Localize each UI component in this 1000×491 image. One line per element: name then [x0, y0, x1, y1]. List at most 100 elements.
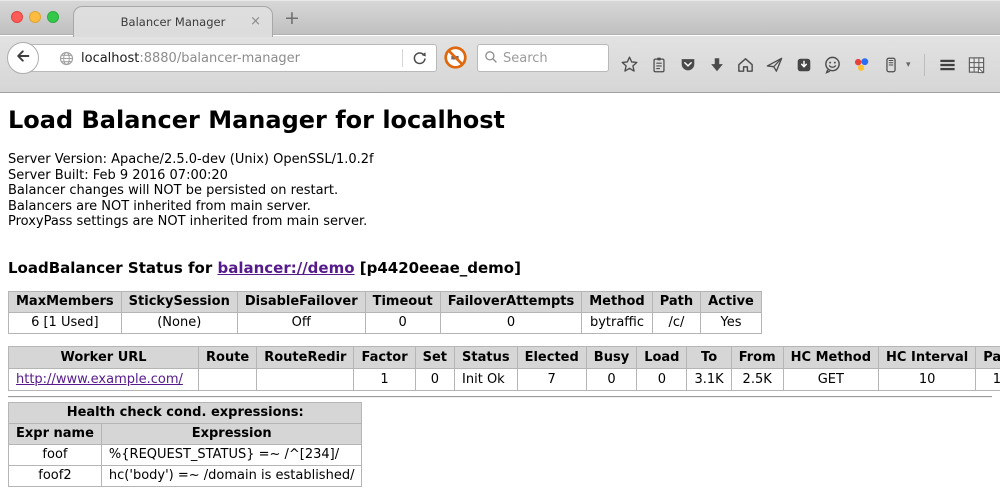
cell-maxmembers: 6 [1 Used]: [9, 312, 122, 333]
col-worker-url: Worker URL: [9, 346, 199, 368]
tab-title: Balancer Manager: [121, 15, 226, 29]
urlbar-divider: [402, 49, 403, 67]
cell-expr-name-foof: foof: [9, 444, 102, 465]
persist-notice-line: Balancer changes will NOT be persisted o…: [8, 183, 992, 199]
back-arrow-icon: [14, 47, 32, 69]
col-routeredir: RouteRedir: [257, 346, 354, 368]
balancers-notice-line: Balancers are NOT inherited from main se…: [8, 199, 992, 215]
cell-method: bytraffic: [582, 312, 652, 333]
col-timeout: Timeout: [365, 291, 440, 312]
cell-failoverattempts: 0: [440, 312, 582, 333]
cell-expression-foof: %{REQUEST_STATUS} =~ /^[234]/: [101, 444, 362, 465]
col-method: Method: [582, 291, 652, 312]
health-table-row: foof %{REQUEST_STATUS} =~ /^[234]/: [9, 444, 362, 465]
cell-load: 0: [637, 368, 687, 390]
worker-status-table: Worker URL Route RouteRedir Factor Set S…: [8, 346, 1000, 391]
col-expression: Expression: [101, 423, 362, 444]
search-box[interactable]: [477, 44, 609, 72]
col-active: Active: [701, 291, 762, 312]
toolbar-action-icons: ▾: [620, 36, 986, 93]
col-hc-method: HC Method: [783, 346, 878, 368]
window-zoom-button[interactable]: [47, 11, 59, 23]
worker-table-header-row: Worker URL Route RouteRedir Factor Set S…: [9, 346, 1000, 368]
cell-stickysession: (None): [121, 312, 237, 333]
divider-rule: [8, 396, 992, 398]
container-extension-icon[interactable]: [881, 55, 900, 74]
window-close-button[interactable]: [11, 11, 23, 23]
search-input[interactable]: [503, 51, 602, 66]
cell-expr-name-foof2: foof2: [9, 465, 102, 486]
window-minimize-button[interactable]: [29, 11, 41, 23]
cell-factor: 1: [354, 368, 415, 390]
bookmark-star-icon[interactable]: [620, 55, 639, 74]
cell-set: 0: [415, 368, 454, 390]
balancer-table-header-row: MaxMembers StickySession DisableFailover…: [9, 291, 762, 312]
url-path: :8880/balancer-manager: [139, 51, 300, 66]
cell-busy: 0: [586, 368, 636, 390]
server-version-line: Server Version: Apache/2.5.0-dev (Unix) …: [8, 152, 992, 168]
page-title: Load Balancer Manager for localhost: [8, 106, 992, 134]
col-path: Path: [652, 291, 700, 312]
col-hc-interval: HC Interval: [879, 346, 976, 368]
cell-timeout: 0: [365, 312, 440, 333]
tile-pages-icon[interactable]: [967, 55, 986, 74]
url-host: localhost: [81, 51, 139, 66]
status-heading-prefix: LoadBalancer Status for: [8, 259, 217, 277]
cell-passes: 1 (0): [976, 368, 1000, 390]
cell-status: Init Ok: [455, 368, 518, 390]
url-bar[interactable]: localhost:8880/balancer-manager: [24, 44, 437, 72]
video-download-icon[interactable]: [794, 55, 813, 74]
tab-close-icon[interactable]: ×: [250, 15, 261, 29]
overflow-caret-icon[interactable]: ▾: [906, 60, 911, 70]
home-icon[interactable]: [736, 55, 755, 74]
health-table-header-row: Expr name Expression: [9, 423, 362, 444]
balancer-table-row: 6 [1 Used] (None) Off 0 0 bytraffic /c/ …: [9, 312, 762, 333]
col-expr-name: Expr name: [9, 423, 102, 444]
plugin-blocked-icon[interactable]: [443, 45, 468, 70]
server-built-line: Server Built: Feb 9 2016 07:00:20: [8, 168, 992, 184]
col-set: Set: [415, 346, 454, 368]
tab-balancer-manager[interactable]: Balancer Manager ×: [73, 6, 273, 37]
col-from: From: [731, 346, 783, 368]
reload-icon[interactable]: [411, 50, 428, 67]
page-content: Load Balancer Manager for localhost Serv…: [0, 94, 1000, 491]
col-stickysession: StickySession: [121, 291, 237, 312]
new-tab-button[interactable]: +: [281, 7, 303, 29]
chat-smiley-icon[interactable]: [823, 55, 842, 74]
pocket-icon[interactable]: [678, 55, 697, 74]
search-icon: [484, 49, 498, 68]
worker-url-link[interactable]: http://www.example.com/: [16, 372, 183, 387]
col-load: Load: [637, 346, 687, 368]
balancer-settings-table: MaxMembers StickySession DisableFailover…: [8, 291, 762, 334]
col-maxmembers: MaxMembers: [9, 291, 122, 312]
downloads-icon[interactable]: [707, 55, 726, 74]
cell-hc-method: GET: [783, 368, 878, 390]
cell-hc-interval: 10: [879, 368, 976, 390]
globe-icon: [59, 51, 74, 66]
col-status: Status: [455, 346, 518, 368]
browser-window: Balancer Manager × + localhost:8880/bala…: [0, 0, 1000, 491]
colored-dots-extension-icon[interactable]: [852, 55, 871, 74]
cell-routeredir: [257, 368, 354, 390]
proxypass-notice-line: ProxyPass settings are NOT inherited fro…: [8, 214, 992, 230]
cell-active: Yes: [701, 312, 762, 333]
reading-list-icon[interactable]: [649, 55, 668, 74]
toolbar-divider: [924, 54, 925, 76]
cell-from: 2.5K: [731, 368, 783, 390]
navigation-toolbar: localhost:8880/balancer-manager: [0, 36, 1000, 93]
col-route: Route: [199, 346, 257, 368]
col-to: To: [687, 346, 731, 368]
loadbalancer-status-heading: LoadBalancer Status for balancer://demo …: [8, 259, 992, 277]
worker-table-row: http://www.example.com/ 1 0 Init Ok 7 0 …: [9, 368, 1000, 390]
menu-hamburger-icon[interactable]: [938, 55, 957, 74]
health-table-row: foof2 hc('body') =~ /domain is establish…: [9, 465, 362, 486]
col-factor: Factor: [354, 346, 415, 368]
cell-route: [199, 368, 257, 390]
col-busy: Busy: [586, 346, 636, 368]
balancer-demo-link[interactable]: balancer://demo: [217, 259, 354, 277]
col-elected: Elected: [517, 346, 586, 368]
col-failoverattempts: FailoverAttempts: [440, 291, 582, 312]
cell-elected: 7: [517, 368, 586, 390]
back-button[interactable]: [7, 42, 39, 74]
send-to-device-icon[interactable]: [765, 55, 784, 74]
